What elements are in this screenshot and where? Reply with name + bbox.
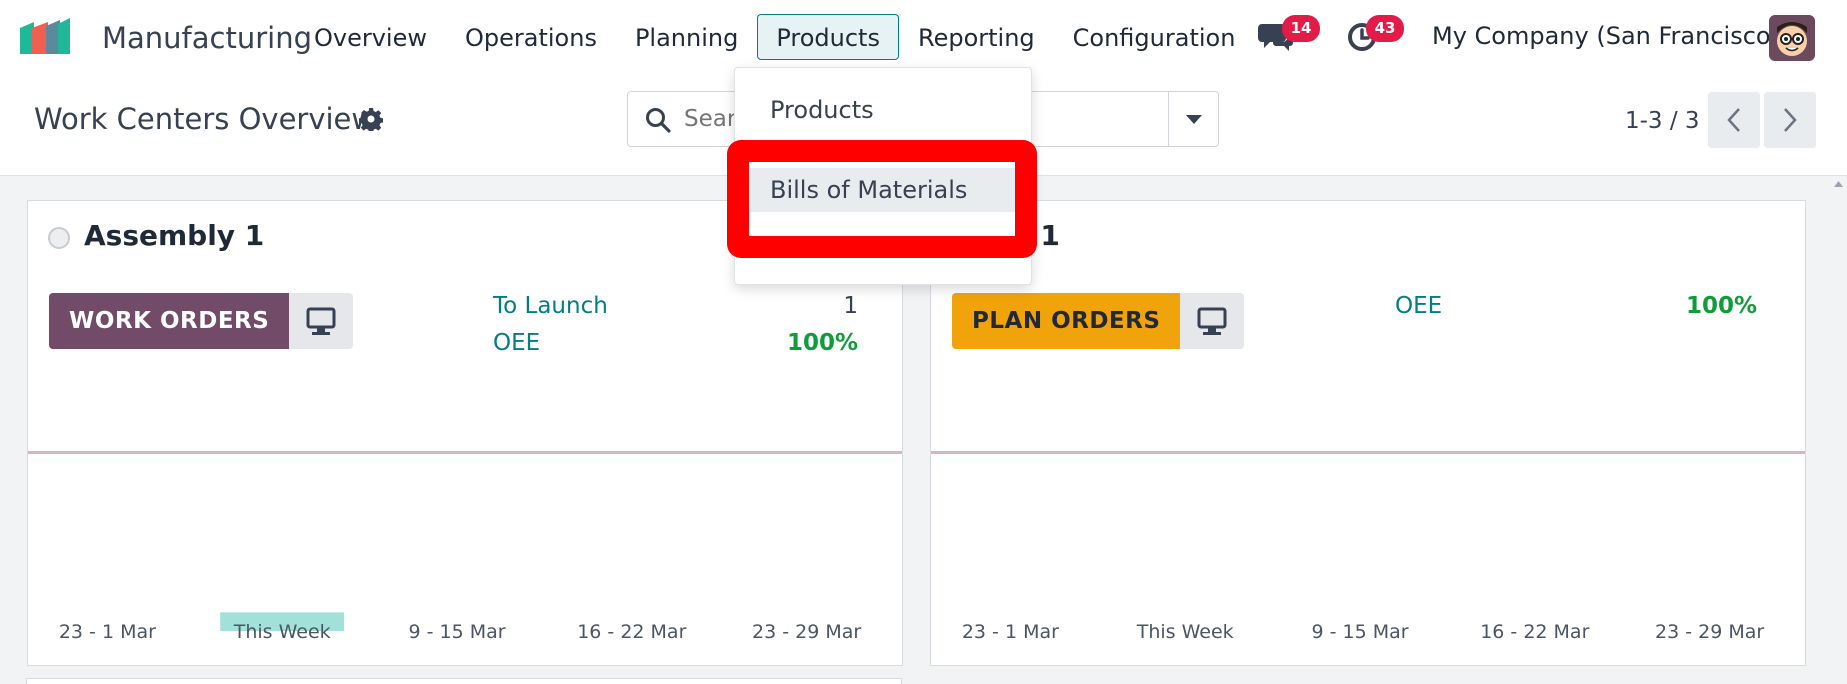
workcenter-card-partial xyxy=(26,678,902,684)
top-navbar: Manufacturing Overview Operations Planni… xyxy=(0,0,1847,76)
card-actions: PLAN ORDERS xyxy=(952,293,1245,349)
menu-reporting[interactable]: Reporting xyxy=(899,14,1054,60)
stat-oee-label[interactable]: OEE xyxy=(1395,293,1442,319)
menu-planning[interactable]: Planning xyxy=(616,14,757,60)
highlight-box xyxy=(727,140,1037,258)
search-options-toggle[interactable] xyxy=(1168,92,1218,146)
caret-down-icon xyxy=(1186,115,1202,124)
pager-next-button[interactable] xyxy=(1764,92,1816,148)
menu-configuration[interactable]: Configuration xyxy=(1054,14,1255,60)
workstation-button[interactable] xyxy=(1180,293,1245,349)
dropdown-item-products[interactable]: Products xyxy=(735,88,1031,132)
gear-icon[interactable] xyxy=(358,107,384,135)
desktop-icon xyxy=(1197,307,1227,335)
stat-oee-label[interactable]: OEE xyxy=(493,330,540,356)
stat-oee-value[interactable]: 100% xyxy=(1667,293,1757,319)
chevron-left-icon xyxy=(1727,108,1740,132)
chart-tick-label: 23 - 1 Mar xyxy=(962,621,1059,643)
desktop-icon xyxy=(306,307,336,335)
stat-oee-value[interactable]: 100% xyxy=(768,330,858,356)
app-name: Manufacturing xyxy=(102,21,312,55)
chart-tick-label: 23 - 29 Mar xyxy=(1655,621,1764,643)
workstation-button[interactable] xyxy=(289,293,354,349)
chart-tick-label: 23 - 29 Mar xyxy=(752,621,861,643)
activities-badge: 43 xyxy=(1366,15,1404,42)
chart-tick-label: 9 - 15 Mar xyxy=(408,621,505,643)
scrollbar[interactable] xyxy=(1830,178,1847,684)
menu-products[interactable]: Products xyxy=(757,14,899,60)
company-switcher[interactable]: My Company (San Francisco) xyxy=(1432,22,1780,50)
work-orders-button[interactable]: WORK ORDERS xyxy=(49,293,290,349)
menu-operations[interactable]: Operations xyxy=(446,14,616,60)
page-title: Work Centers Overview xyxy=(34,102,376,136)
messages-badge: 14 xyxy=(1282,15,1320,42)
chart-tick-label: 9 - 15 Mar xyxy=(1311,621,1408,643)
card-actions: WORK ORDERS xyxy=(49,293,354,349)
chart-tick-label: 16 - 22 Mar xyxy=(577,621,686,643)
chevron-right-icon xyxy=(1784,108,1797,132)
user-avatar[interactable] xyxy=(1769,15,1815,61)
app-brand[interactable]: Manufacturing xyxy=(20,18,312,58)
stat-to-launch-label[interactable]: To Launch xyxy=(493,293,608,319)
menu-overview[interactable]: Overview xyxy=(295,14,446,60)
stat-to-launch-value[interactable]: 1 xyxy=(798,293,858,319)
chart-tick-label: This Week xyxy=(233,621,331,643)
main-menu: Overview Operations Planning Products Re… xyxy=(295,14,1254,60)
pager-value[interactable]: 1-3 / 3 xyxy=(1625,108,1700,134)
search-icon xyxy=(645,107,671,137)
plan-orders-button[interactable]: PLAN ORDERS xyxy=(952,293,1181,349)
workload-chart: 23 - 1 Mar This Week 9 - 15 Mar 16 - 22 Mar… xyxy=(28,451,902,643)
workload-chart: 23 - 1 Mar This Week 9 - 15 Mar 16 - 22 Mar… xyxy=(931,451,1805,643)
pager-previous-button[interactable] xyxy=(1708,92,1760,148)
chart-tick-label: 16 - 22 Mar xyxy=(1480,621,1589,643)
card-title[interactable]: Assembly 1 xyxy=(84,219,264,252)
manufacturing-logo-icon xyxy=(20,18,70,58)
chart-tick-label: This Week xyxy=(1136,621,1234,643)
workcenter-card: l 1 PLAN ORDERS OEE 100% 23 - 1 Mar This … xyxy=(930,200,1806,666)
chart-tick-label: 23 - 1 Mar xyxy=(59,621,156,643)
favorite-toggle[interactable] xyxy=(48,227,70,249)
